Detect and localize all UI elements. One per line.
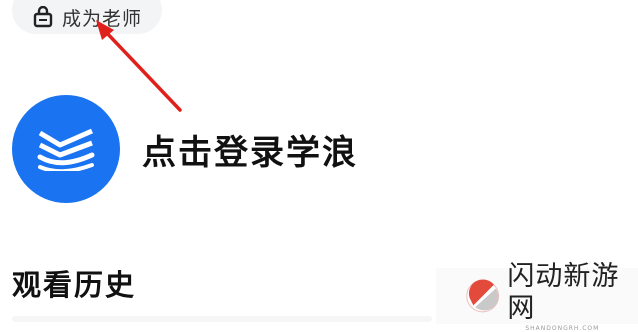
avatar[interactable] bbox=[12, 95, 120, 203]
watermark: 闪动新游网 SHANDONGRH.COM bbox=[436, 261, 638, 332]
watermark-name: 闪动新游网 bbox=[507, 260, 620, 324]
watermark-logo-icon bbox=[466, 279, 499, 313]
watermark-domain: SHANDONGRH.COM bbox=[525, 324, 600, 332]
history-section-title: 观看历史 bbox=[12, 268, 137, 302]
login-area[interactable]: 点击登录学浪 bbox=[12, 95, 358, 203]
xuelang-logo-icon bbox=[37, 128, 95, 171]
history-placeholder bbox=[12, 316, 432, 322]
login-prompt[interactable]: 点击登录学浪 bbox=[142, 125, 358, 174]
